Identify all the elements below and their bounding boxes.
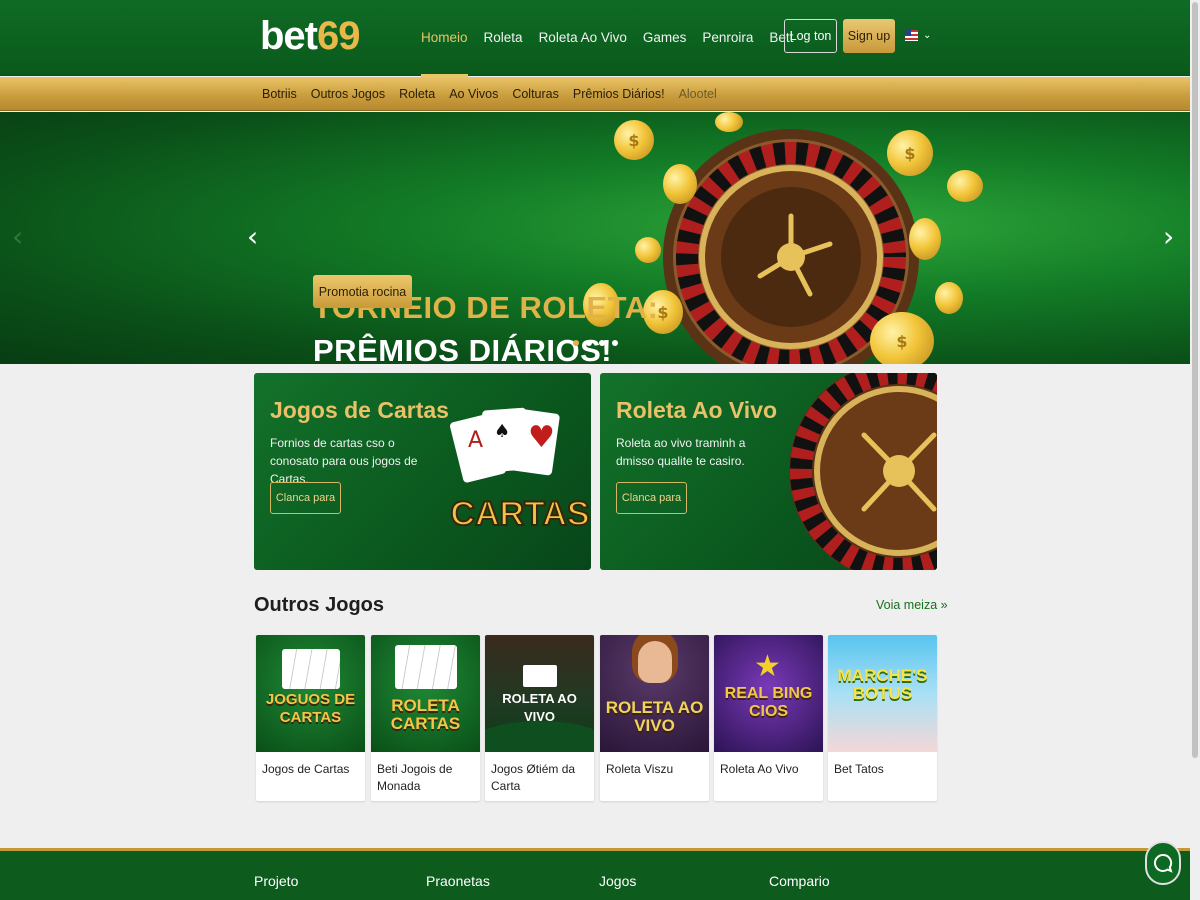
chevron-down-icon: ⌄ — [923, 30, 932, 41]
hero-promo-button[interactable]: Promotia rocina — [313, 275, 412, 308]
carousel-dot[interactable] — [612, 340, 618, 346]
promo-card-text: Fornios de cartas cso o conosato para ou… — [270, 436, 418, 486]
promo-card-button[interactable]: Clanca para — [270, 482, 341, 514]
footer: Projeto Praonetas Jogos Compario — [0, 848, 1200, 900]
footer-col-jogos: Jogos — [599, 873, 637, 889]
game-tile[interactable]: ROLETA CARTAS Beti Jogois de Monada — [371, 635, 480, 801]
subnav-botriis[interactable]: Botriis — [262, 87, 297, 101]
hero-carousel-dots — [573, 340, 618, 346]
promo-card-roleta[interactable]: Roleta Ao Vivo Roleta ao vivo traminh a … — [600, 373, 937, 570]
game-tile[interactable]: ROLETA AO VIVO Jogos Øtiém da Carta — [485, 635, 594, 801]
game-tile[interactable]: ★ REAL BING CIOS Roleta Ao Vivo — [714, 635, 823, 801]
coin-icon: $ — [614, 120, 654, 160]
see-more-link[interactable]: Voia meiza » — [876, 598, 948, 612]
subnav-ao-vivos[interactable]: Ao Vivos — [449, 87, 498, 101]
category-bar: Botriis Outros Jogos Roleta Ao Vivos Col… — [0, 77, 1200, 111]
game-thumbnail: ROLETA CARTAS — [371, 635, 480, 752]
nav-roleta-ao-vivo[interactable]: Roleta Ao Vivo — [539, 30, 627, 45]
scrollbar-thumb[interactable] — [1192, 2, 1198, 758]
subnav-alootel[interactable]: Alootel — [679, 87, 717, 101]
chat-bubble-icon — [1154, 853, 1173, 873]
coin-icon — [715, 112, 743, 132]
game-thumbnail: MARCHE'S BOTUS — [828, 635, 937, 752]
subnav-premios[interactable]: Prêmios Diários! — [573, 87, 665, 101]
hero-prev-arrow-icon[interactable]: ‹ — [247, 220, 258, 253]
signup-button[interactable]: Sign up — [843, 19, 895, 53]
login-button[interactable]: Log ton — [784, 19, 837, 53]
promo-card-title: Roleta Ao Vivo — [616, 397, 778, 423]
game-tile[interactable]: JOGUOS DE CARTAS Jogos de Cartas — [256, 635, 365, 801]
game-thumbnail: ROLETA AO VIVO — [600, 635, 709, 752]
us-flag-icon — [905, 30, 918, 41]
playing-cards-image: A ♠ ♥ CARTAS — [450, 407, 590, 534]
subnav-roleta[interactable]: Roleta — [399, 87, 435, 101]
footer-col-praonetas: Praonetas — [426, 873, 490, 889]
game-name: Bet Tatos — [834, 762, 884, 776]
nav-penroira[interactable]: Penroira — [702, 30, 753, 45]
coin-icon — [909, 218, 941, 260]
section-title-outros-jogos: Outros Jogos — [254, 594, 385, 616]
promo-card-cartas[interactable]: Jogos de Cartas Fornios de cartas cso o … — [254, 373, 591, 570]
carousel-dot[interactable] — [599, 340, 605, 346]
coin-icon: $ — [870, 312, 934, 364]
language-selector[interactable]: ⌄ — [905, 30, 931, 41]
game-thumbnail: ★ REAL BING CIOS — [714, 635, 823, 752]
game-tile[interactable]: MARCHE'S BOTUS Bet Tatos — [828, 635, 937, 801]
coin-icon — [935, 282, 963, 314]
hero-banner: $ $ $ $ TORNEIO DE ROLETA: PRÊMIOS DIÁRI… — [0, 112, 1200, 364]
nav-home[interactable]: Homeio — [421, 30, 468, 77]
game-name: Roleta Ao Vivo — [720, 762, 799, 776]
carousel-dot[interactable] — [586, 340, 592, 346]
cartas-art-text: CARTAS — [450, 495, 589, 533]
nav-roleta[interactable]: Roleta — [484, 30, 523, 45]
game-thumbnail: JOGUOS DE CARTAS — [256, 635, 365, 752]
coin-icon — [947, 170, 983, 202]
svg-text:A: A — [468, 428, 483, 453]
hero-next-arrow-icon[interactable]: › — [1163, 220, 1174, 253]
coin-icon — [663, 164, 697, 204]
subnav-colturas[interactable]: Colturas — [512, 87, 559, 101]
site-logo[interactable]: bet69 — [260, 14, 360, 59]
promo-card-title: Jogos de Cartas — [270, 397, 449, 423]
carousel-dot[interactable] — [573, 340, 579, 346]
footer-col-projeto: Projeto — [254, 873, 299, 889]
page-scrollbar[interactable] — [1190, 0, 1200, 900]
promo-card-button[interactable]: Clanca para — [616, 482, 687, 514]
main-nav: Homeio Roleta Roleta Ao Vivo Games Penro… — [421, 30, 793, 77]
footer-col-compario: Compario — [769, 873, 830, 889]
svg-text:♠: ♠ — [494, 421, 510, 442]
coin-icon — [635, 237, 661, 263]
coin-icon: $ — [887, 130, 933, 176]
page-prev-arrow-icon[interactable]: ‹ — [12, 220, 23, 253]
game-tile[interactable]: ROLETA AO VIVO Roleta Viszu — [600, 635, 709, 801]
chat-button[interactable] — [1145, 841, 1181, 885]
nav-games[interactable]: Games — [643, 30, 687, 45]
promo-card-text: Roleta ao vivo traminh a dmisso qualite … — [616, 436, 746, 468]
game-name: Jogos de Cartas — [262, 762, 350, 776]
game-name: Roleta Viszu — [606, 762, 674, 776]
game-thumbnail: ROLETA AO VIVO — [485, 635, 594, 752]
star-icon: ★ — [754, 649, 781, 684]
game-name: Beti Jogois de Monada — [377, 762, 453, 793]
roulette-wheel-image — [789, 373, 937, 570]
top-header: bet69 Homeio Roleta Roleta Ao Vivo Games… — [0, 0, 1200, 77]
svg-text:♥: ♥ — [528, 420, 555, 455]
subnav-outros-jogos[interactable]: Outros Jogos — [311, 87, 385, 101]
game-name: Jogos Øtiém da Carta — [491, 762, 576, 793]
